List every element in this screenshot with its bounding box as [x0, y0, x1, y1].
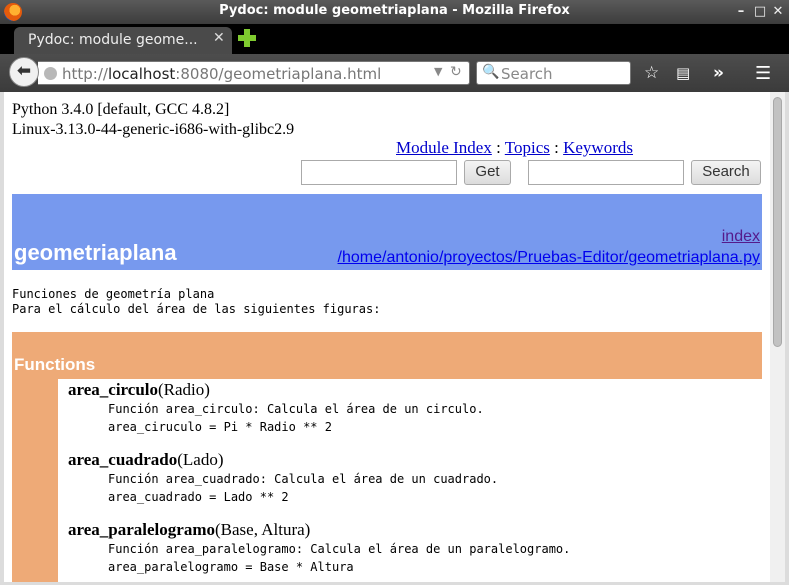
- navigation-bar: http://localhost:8080/geometriaplana.htm…: [0, 54, 789, 92]
- function-signature: area_circulo(Radio): [68, 380, 210, 399]
- tab-label: Pydoc: module geome...: [28, 32, 198, 48]
- page-content: Python 3.4.0 [default, GCC 4.8.2] Linux-…: [4, 92, 785, 582]
- python-version: Python 3.4.0 [default, GCC 4.8.2]: [12, 101, 230, 118]
- keywords-link[interactable]: Keywords: [563, 138, 633, 157]
- search-button[interactable]: Search: [691, 160, 761, 185]
- functions-heading: Functions: [14, 355, 96, 374]
- bookmark-star-icon[interactable]: ☆: [644, 63, 659, 83]
- functions-section: Functions area_circulo(Radio) Función ar…: [12, 332, 762, 582]
- pydoc-nav-links: Module Index : Topics : Keywords: [396, 138, 633, 157]
- search-modules-input[interactable]: [528, 160, 684, 185]
- url-history-dropdown-icon[interactable]: ▼: [434, 65, 442, 78]
- module-doc-line: Funciones de geometría plana: [12, 287, 215, 301]
- module-path-link[interactable]: /home/antonio/proyectos/Pruebas-Editor/g…: [338, 249, 760, 267]
- module-doc-line: Para el cálculo del área de las siguient…: [12, 302, 381, 316]
- url-bar[interactable]: http://localhost:8080/geometriaplana.htm…: [38, 61, 470, 85]
- scrollbar-thumb[interactable]: [773, 97, 782, 347]
- python-info: Python 3.4.0 [default, GCC 4.8.2] Linux-…: [12, 100, 294, 140]
- platform-info: Linux-3.13.0-44-generic-i686-with-glibc2…: [12, 121, 295, 138]
- topics-link[interactable]: Topics: [505, 138, 550, 157]
- module-index-link[interactable]: Module Index: [396, 138, 492, 157]
- function-doc: area_ciruculo = Pi * Radio ** 2: [108, 420, 332, 434]
- function-doc: area_paralelogramo = Base * Altura: [108, 560, 354, 574]
- function-name: area_paralelogramo: [68, 520, 215, 539]
- function-doc: Función area_cuadrado: Calcula el área d…: [108, 472, 499, 486]
- search-placeholder: Search: [501, 65, 553, 83]
- index-link[interactable]: index: [722, 228, 760, 246]
- back-button[interactable]: ⬅: [9, 57, 39, 87]
- get-button[interactable]: Get: [464, 160, 511, 185]
- function-doc: Función area_paralelogramo: Calcula el á…: [108, 542, 571, 556]
- tab-close-icon[interactable]: ✕: [213, 30, 225, 46]
- menu-hamburger-icon[interactable]: ☰: [755, 63, 771, 84]
- tab-pydoc[interactable]: Pydoc: module geome...: [14, 27, 232, 54]
- reload-icon[interactable]: ↻: [450, 64, 462, 80]
- search-icon: 🔍: [482, 64, 500, 80]
- tab-strip: Pydoc: module geome... ✕: [0, 24, 789, 54]
- back-arrow-icon: ⬅: [16, 61, 32, 81]
- overflow-chevron-icon[interactable]: »: [713, 63, 724, 83]
- maximize-button[interactable]: □: [752, 4, 768, 20]
- close-window-button[interactable]: ✕: [770, 4, 786, 20]
- get-module-input[interactable]: [301, 160, 457, 185]
- reading-list-icon[interactable]: ▤: [676, 64, 690, 82]
- function-name: area_cuadrado: [68, 450, 178, 469]
- window-title: Pydoc: module geometriaplana - Mozilla F…: [219, 3, 570, 18]
- function-doc: area_cuadrado = Lado ** 2: [108, 490, 289, 504]
- module-header: geometriaplana index /home/antonio/proye…: [12, 194, 762, 270]
- vertical-scrollbar[interactable]: [770, 92, 785, 582]
- function-signature: area_paralelogramo(Base, Altura): [68, 520, 311, 539]
- function-signature: area_cuadrado(Lado): [68, 450, 224, 469]
- minimize-button[interactable]: –: [733, 4, 749, 20]
- function-doc: Función area_circulo: Calcula el área de…: [108, 402, 484, 416]
- browser-search-box[interactable]: 🔍 Search: [476, 61, 631, 85]
- function-name: area_circulo: [68, 380, 159, 399]
- globe-icon: [44, 67, 57, 80]
- functions-list: area_circulo(Radio) Función area_circulo…: [58, 379, 762, 582]
- new-tab-plus-icon[interactable]: [237, 28, 257, 48]
- module-title: geometriaplana: [14, 240, 177, 265]
- url-text[interactable]: http://localhost:8080/geometriaplana.htm…: [62, 65, 381, 83]
- window-titlebar: Pydoc: module geometriaplana - Mozilla F…: [0, 0, 789, 24]
